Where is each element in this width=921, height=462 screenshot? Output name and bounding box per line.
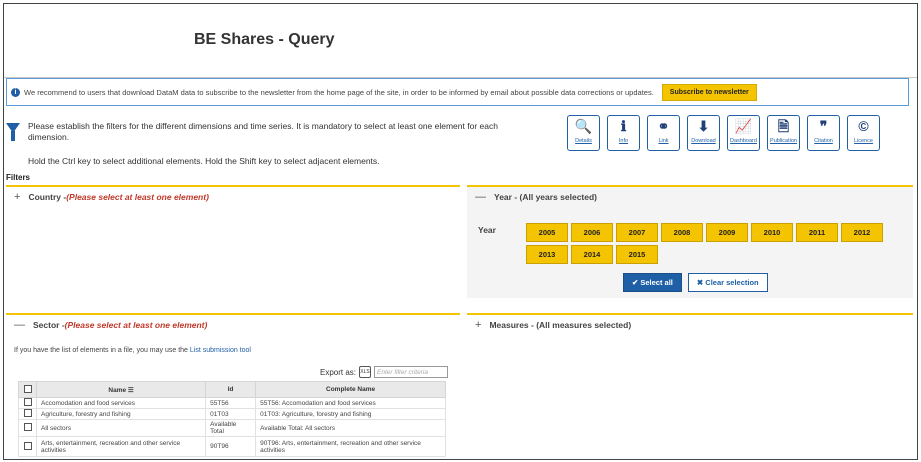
publication-button[interactable]: 🗎 Publication bbox=[767, 115, 800, 151]
table-row[interactable]: All sectors Available Total Available To… bbox=[18, 419, 446, 437]
year-2005[interactable]: 2005 bbox=[526, 223, 568, 242]
year-2006[interactable]: 2006 bbox=[571, 223, 613, 242]
table-row[interactable]: Agriculture, forestry and fishing 01T03 … bbox=[18, 408, 446, 420]
cell-complete: 90T96: Arts, entertainment, recreation a… bbox=[255, 436, 446, 457]
table-row[interactable]: Arts, entertainment, recreation and othe… bbox=[18, 436, 446, 457]
cell-name: Arts, entertainment, recreation and othe… bbox=[35, 436, 207, 457]
row-checkbox[interactable] bbox=[18, 436, 37, 457]
year-2013[interactable]: 2013 bbox=[526, 245, 568, 264]
download-button[interactable]: ⬇ Download bbox=[687, 115, 720, 151]
app-frame: BE Shares - Query i We recommend to user… bbox=[3, 3, 918, 460]
row-checkbox[interactable] bbox=[18, 397, 37, 409]
cell-id: 90T96 bbox=[205, 436, 257, 457]
export-bar: Export as: XLS Enter filter criteria bbox=[320, 366, 449, 378]
citation-icon: ❞ bbox=[819, 118, 828, 134]
publication-icon: 🗎 bbox=[777, 118, 790, 134]
info-icon: i bbox=[11, 87, 20, 97]
table-row[interactable]: Accomodation and food services 55T56 55T… bbox=[18, 397, 446, 409]
cell-name: All sectors bbox=[35, 419, 207, 437]
cell-name: Agriculture, forestry and fishing bbox=[35, 408, 207, 420]
details-button[interactable]: 🔍 Details bbox=[567, 115, 600, 151]
licence-icon: © bbox=[858, 118, 869, 134]
column-name[interactable]: Name ☰ bbox=[35, 381, 207, 398]
filter-input[interactable]: Enter filter criteria bbox=[374, 366, 449, 378]
column-id[interactable]: Id bbox=[205, 381, 257, 398]
cell-name: Accomodation and food services bbox=[35, 397, 207, 409]
clear-selection-button[interactable]: ✖ Clear selection bbox=[687, 273, 768, 292]
instruction-keys: Hold the Ctrl key to select additional e… bbox=[28, 156, 380, 166]
sector-label: Sector - bbox=[33, 320, 65, 330]
sort-icon[interactable]: ☰ bbox=[128, 387, 134, 394]
cell-id: 55T56 bbox=[205, 397, 257, 409]
select-all-button[interactable]: ✔ Select all bbox=[623, 273, 682, 292]
row-checkbox[interactable] bbox=[18, 408, 37, 420]
dashboard-icon: 📈 bbox=[734, 118, 753, 134]
year-2009[interactable]: 2009 bbox=[706, 223, 748, 242]
cell-complete: Available Total: All sectors bbox=[255, 419, 446, 437]
subscribe-button[interactable]: Subscribe to newsletter bbox=[661, 83, 757, 101]
cell-id: 01T03 bbox=[205, 408, 257, 420]
cell-id: Available Total bbox=[205, 419, 257, 437]
dashboard-button[interactable]: 📈 Dashboard bbox=[727, 115, 760, 151]
year-2011[interactable]: 2011 bbox=[796, 223, 838, 242]
licence-button[interactable]: © Licence bbox=[847, 115, 880, 151]
year-header[interactable]: — Year - (All years selected) bbox=[467, 185, 913, 207]
year-grid: 2005 2006 2007 2008 2009 2010 2011 2012 … bbox=[526, 223, 896, 264]
filters-heading: Filters bbox=[6, 173, 31, 182]
sector-header[interactable]: — Sector - (Please select at least one e… bbox=[6, 313, 460, 335]
year-2008[interactable]: 2008 bbox=[661, 223, 703, 242]
info-icon: ℹ bbox=[620, 118, 627, 134]
notice-text: We recommend to users that download Data… bbox=[24, 87, 654, 97]
info-button[interactable]: ℹ Info bbox=[607, 115, 640, 151]
measures-header[interactable]: + Measures - (All measures selected) bbox=[467, 313, 913, 335]
year-actions: ✔ Select all ✖ Clear selection bbox=[623, 273, 768, 292]
expand-icon: + bbox=[14, 191, 21, 203]
sector-table: Name ☰ Id Complete Name Accomodation and… bbox=[18, 381, 446, 457]
sector-warning: (Please select at least one element) bbox=[64, 320, 208, 330]
year-row-label: Year bbox=[478, 225, 496, 235]
year-header-label: Year - (All years selected) bbox=[494, 192, 598, 202]
link-icon: ⚭ bbox=[657, 118, 670, 134]
collapse-icon: — bbox=[14, 319, 25, 331]
select-all-checkbox[interactable] bbox=[18, 381, 37, 398]
year-2014[interactable]: 2014 bbox=[571, 245, 613, 264]
instruction-text: Please establish the filters for the dif… bbox=[28, 121, 498, 142]
list-tip: If you have the list of elements in a fi… bbox=[14, 347, 251, 354]
download-icon: ⬇ bbox=[697, 118, 710, 134]
list-submission-link[interactable]: List submission tool bbox=[190, 347, 251, 354]
column-complete-name[interactable]: Complete Name bbox=[255, 381, 446, 398]
newsletter-notice: i We recommend to users that download Da… bbox=[6, 78, 909, 106]
toolbar: 🔍 Details ℹ Info ⚭ Link ⬇ Download 📈 Dashboar… bbox=[567, 115, 880, 151]
year-2010[interactable]: 2010 bbox=[751, 223, 793, 242]
export-label: Export as: bbox=[320, 367, 357, 377]
collapse-icon: — bbox=[475, 191, 486, 203]
cell-complete: 01T03: Agriculture, forestry and fishing bbox=[255, 408, 446, 420]
year-2007[interactable]: 2007 bbox=[616, 223, 658, 242]
search-icon: 🔍 bbox=[574, 118, 593, 134]
header: BE Shares - Query bbox=[4, 4, 917, 78]
filter-icon-stem bbox=[11, 131, 15, 141]
year-2015[interactable]: 2015 bbox=[616, 245, 658, 264]
expand-icon: + bbox=[475, 319, 482, 331]
link-button[interactable]: ⚭ Link bbox=[647, 115, 680, 151]
row-checkbox[interactable] bbox=[18, 419, 37, 437]
country-label: Country - bbox=[28, 192, 67, 202]
country-header[interactable]: + Country - (Please select at least one … bbox=[6, 185, 460, 207]
cell-complete: 55T56: Accomodation and food services bbox=[255, 397, 446, 409]
page-title: BE Shares - Query bbox=[194, 31, 335, 48]
citation-button[interactable]: ❞ Citation bbox=[807, 115, 840, 151]
measures-label: Measures - (All measures selected) bbox=[489, 320, 632, 330]
year-2012[interactable]: 2012 bbox=[841, 223, 883, 242]
filter-instructions: Please establish the filters for the dif… bbox=[6, 118, 566, 168]
country-warning: (Please select at least one element) bbox=[66, 192, 209, 202]
table-header-row: Name ☰ Id Complete Name bbox=[18, 381, 446, 398]
excel-export-icon[interactable]: XLS bbox=[359, 366, 372, 378]
